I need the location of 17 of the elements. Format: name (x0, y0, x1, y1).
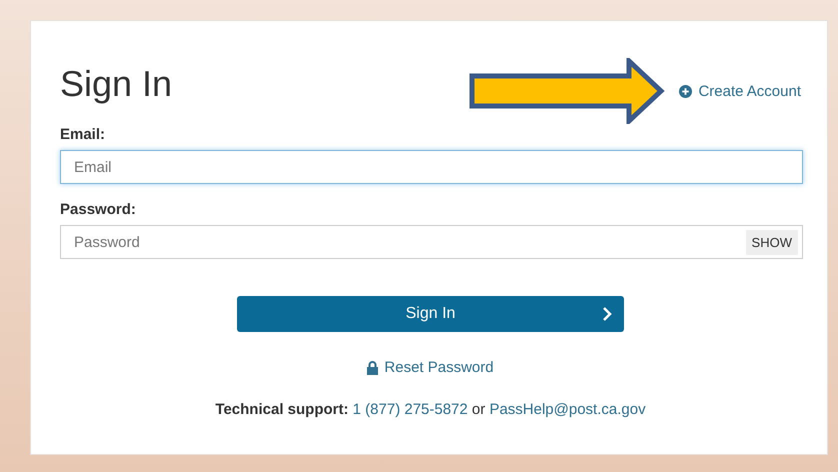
lock-icon (367, 360, 378, 374)
text-input[interactable]: Email (72, 158, 798, 176)
show-password-button[interactable]: SHOW (746, 230, 798, 254)
email-link[interactable]: PassHelp@post.ca.gov (489, 401, 646, 418)
email-field[interactable]: Email (60, 150, 803, 184)
phone-link[interactable]: 1 (877) 275-5872 (352, 401, 468, 418)
reset-password-link[interactable]: Reset Password (367, 359, 494, 376)
field-label: Email: (60, 126, 106, 143)
field-label: Password: (60, 201, 137, 218)
chevron-right-icon (602, 306, 612, 322)
page-title: Sign In (60, 63, 172, 105)
technical-support-text: Technical support: 1 (877) 275-5872 or PassHelp@post.ca.gov (215, 401, 646, 418)
password-field[interactable]: Password SHOW (60, 225, 803, 259)
create-account-link[interactable]: Create Account (679, 82, 801, 100)
text-input[interactable]: Password (72, 232, 746, 252)
plus-circle-icon (679, 84, 692, 98)
sign-in-button[interactable]: Sign In (237, 296, 624, 332)
